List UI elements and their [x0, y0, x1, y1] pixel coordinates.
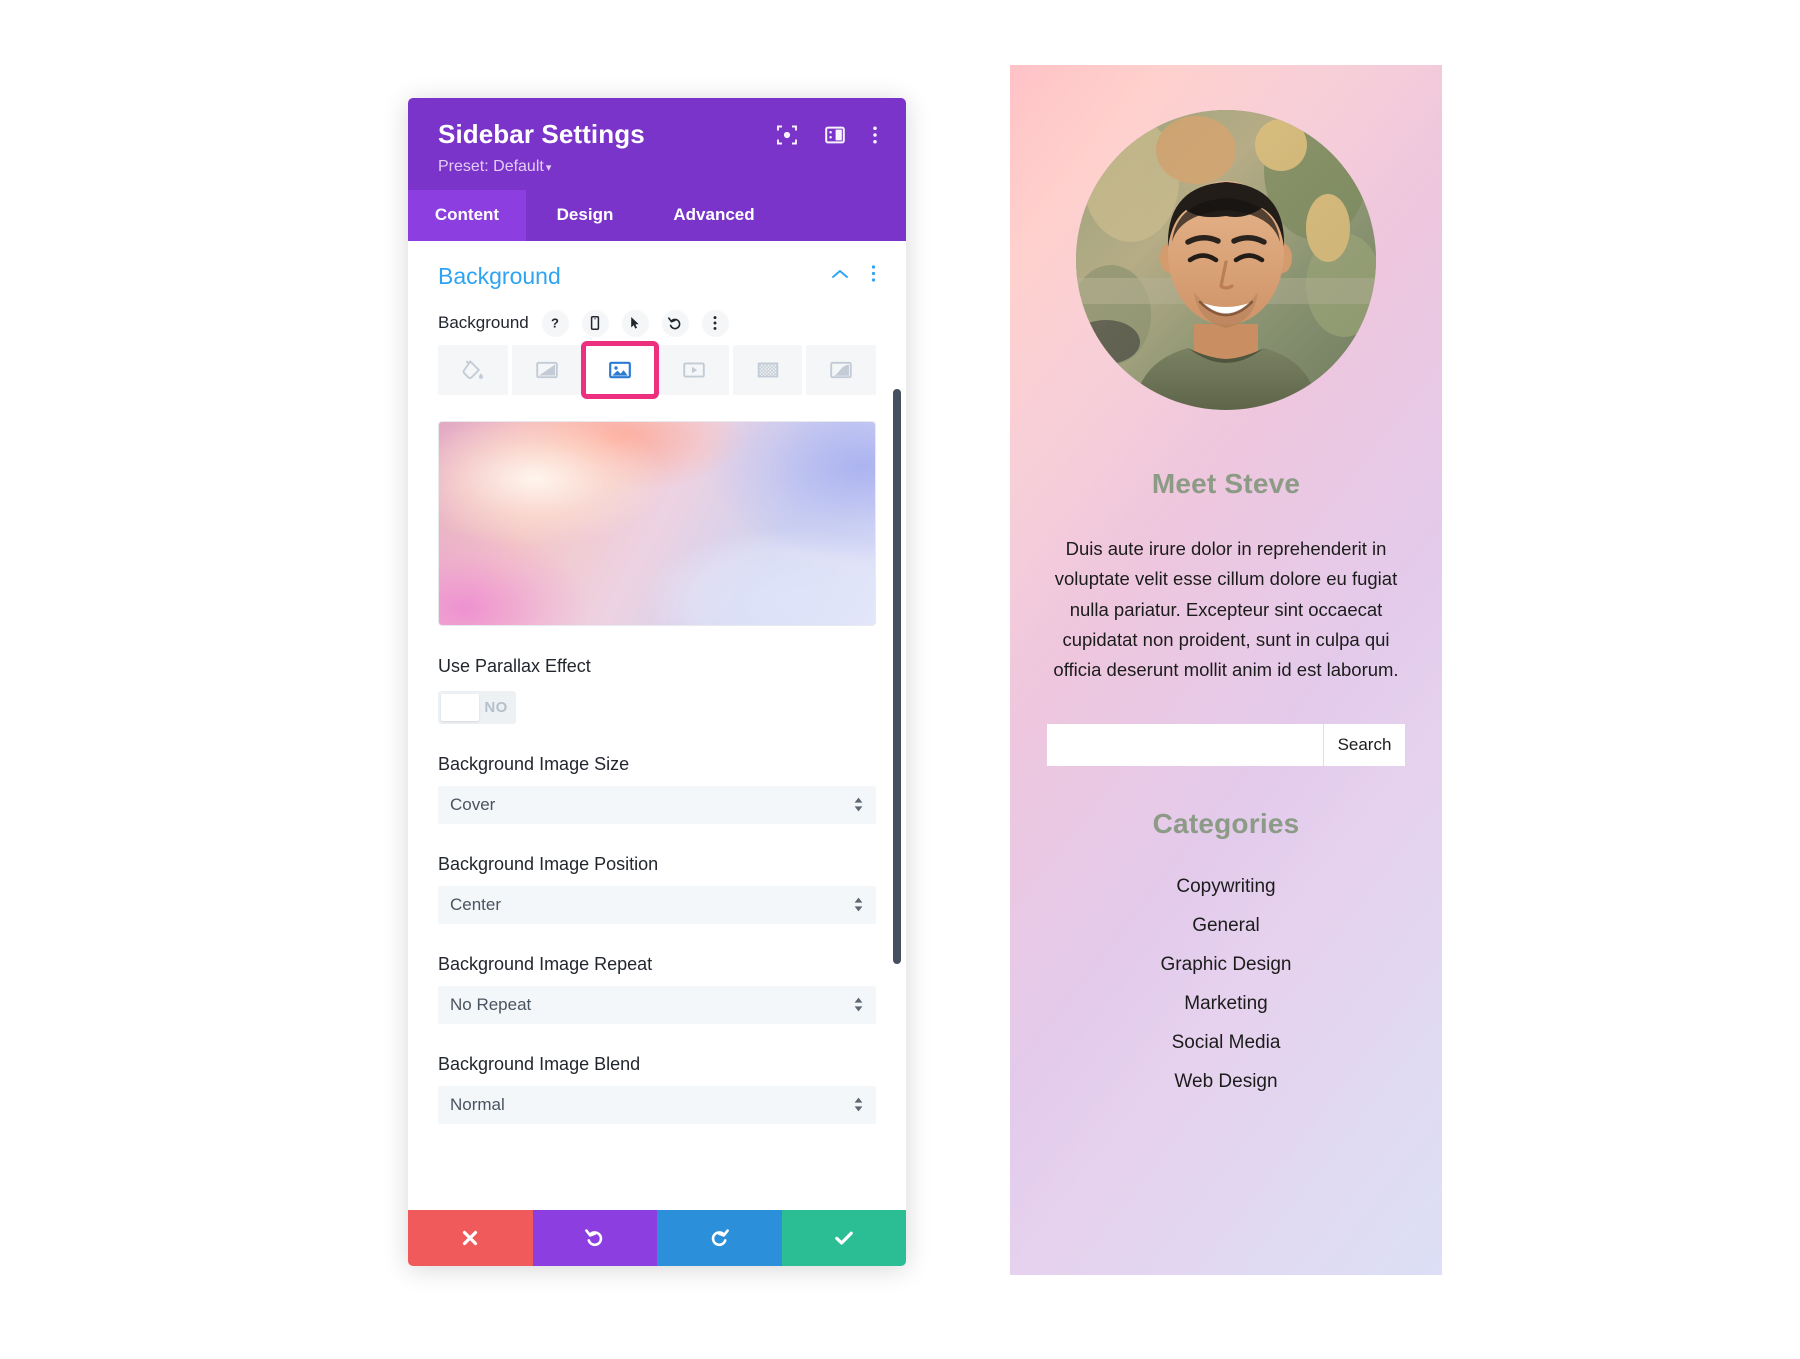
- header-icon-group: [776, 124, 878, 151]
- tab-advanced[interactable]: Advanced: [644, 189, 784, 241]
- list-item[interactable]: Copywriting: [1047, 868, 1405, 907]
- search-form: Search: [1047, 723, 1405, 766]
- background-mask-tab[interactable]: [806, 344, 877, 395]
- modal-tabs: Content Design Advanced: [408, 189, 906, 241]
- background-gradient-tab[interactable]: [511, 344, 582, 395]
- background-image-tab[interactable]: [581, 340, 659, 399]
- background-field-row: Background ?: [408, 300, 906, 337]
- bg-image-repeat-select[interactable]: No Repeat: [438, 985, 876, 1024]
- chevron-updown-icon: [853, 1096, 864, 1113]
- background-type-tabs: [408, 337, 906, 399]
- more-options-icon[interactable]: [872, 124, 878, 151]
- chevron-down-icon: ▾: [545, 161, 552, 174]
- preset-selector[interactable]: Preset: Default ▾: [438, 158, 876, 176]
- tab-content[interactable]: Content: [408, 189, 526, 241]
- toggle-knob: [441, 693, 479, 721]
- bg-image-blend-label: Background Image Blend: [438, 1053, 641, 1074]
- focus-icon[interactable]: [776, 124, 798, 151]
- parallax-toggle[interactable]: NO: [438, 690, 516, 724]
- list-item[interactable]: Social Media: [1047, 1024, 1405, 1063]
- sidebar-settings-modal: Sidebar Settings Preset: Default ▾ Conte…: [408, 98, 906, 1266]
- list-item[interactable]: Marketing: [1047, 985, 1405, 1024]
- categories-list: Copywriting General Graphic Design Marke…: [1047, 868, 1405, 1102]
- categories-heading: Categories: [1152, 807, 1300, 839]
- help-icon[interactable]: ?: [541, 309, 569, 337]
- background-image-preview[interactable]: [438, 420, 876, 626]
- bg-image-position-select[interactable]: Center: [438, 885, 876, 924]
- background-section-header: Background: [408, 241, 906, 300]
- more-options-icon[interactable]: [701, 309, 729, 337]
- chevron-updown-icon: [853, 796, 864, 813]
- modal-body: Background Background ? Use Parallax Eff…: [408, 240, 906, 1210]
- redo-button[interactable]: [657, 1210, 782, 1266]
- save-button[interactable]: [781, 1210, 906, 1266]
- bg-image-repeat-value: No Repeat: [450, 994, 532, 1014]
- bg-image-blend-select[interactable]: Normal: [438, 1085, 876, 1124]
- modal-footer: [408, 1210, 906, 1266]
- scrollbar-thumb[interactable]: [893, 388, 901, 964]
- sidebar-preview-panel: Meet Steve Duis aute irure dolor in repr…: [1010, 65, 1442, 1275]
- bg-image-blend-value: Normal: [450, 1094, 505, 1114]
- bg-image-size-label: Background Image Size: [438, 753, 630, 774]
- hover-cursor-icon[interactable]: [621, 309, 649, 337]
- chevron-updown-icon: [853, 896, 864, 913]
- background-field-label: Background: [438, 313, 529, 333]
- layout-panel-icon[interactable]: [824, 124, 846, 151]
- parallax-toggle-wrap: NO: [408, 690, 906, 724]
- list-item[interactable]: Graphic Design: [1047, 946, 1405, 985]
- svg-text:?: ?: [551, 316, 559, 331]
- search-button[interactable]: Search: [1323, 723, 1405, 766]
- preview-body-text: Duis aute irure dolor in reprehenderit i…: [1053, 538, 1399, 681]
- tab-design[interactable]: Design: [526, 189, 644, 241]
- undo-button[interactable]: [532, 1210, 657, 1266]
- reset-icon[interactable]: [661, 309, 689, 337]
- background-video-tab[interactable]: [659, 344, 729, 395]
- avatar: [1076, 110, 1376, 410]
- bg-image-repeat-label: Background Image Repeat: [438, 953, 653, 974]
- preset-label: Preset: Default: [438, 157, 544, 175]
- responsive-mobile-icon[interactable]: [581, 309, 609, 337]
- bg-image-size-value: Cover: [450, 794, 496, 814]
- settings-scrollbar[interactable]: [893, 241, 901, 1210]
- chevron-up-icon[interactable]: [831, 267, 849, 285]
- parallax-label: Use Parallax Effect: [438, 655, 591, 676]
- chevron-updown-icon: [853, 996, 864, 1013]
- bg-image-position-value: Center: [450, 894, 502, 914]
- background-pattern-tab[interactable]: [732, 344, 803, 395]
- background-color-tab[interactable]: [438, 344, 508, 395]
- cancel-button[interactable]: [408, 1210, 533, 1266]
- more-options-icon[interactable]: [871, 264, 876, 288]
- bg-image-size-select[interactable]: Cover: [438, 785, 876, 824]
- preview-heading: Meet Steve: [1151, 468, 1301, 499]
- modal-header: Sidebar Settings Preset: Default ▾: [408, 98, 906, 190]
- section-title: Background: [438, 262, 561, 289]
- search-input[interactable]: [1047, 723, 1323, 766]
- toggle-value: NO: [484, 698, 508, 716]
- list-item[interactable]: Web Design: [1047, 1063, 1405, 1102]
- list-item[interactable]: General: [1047, 907, 1405, 946]
- bg-image-position-label: Background Image Position: [438, 853, 659, 874]
